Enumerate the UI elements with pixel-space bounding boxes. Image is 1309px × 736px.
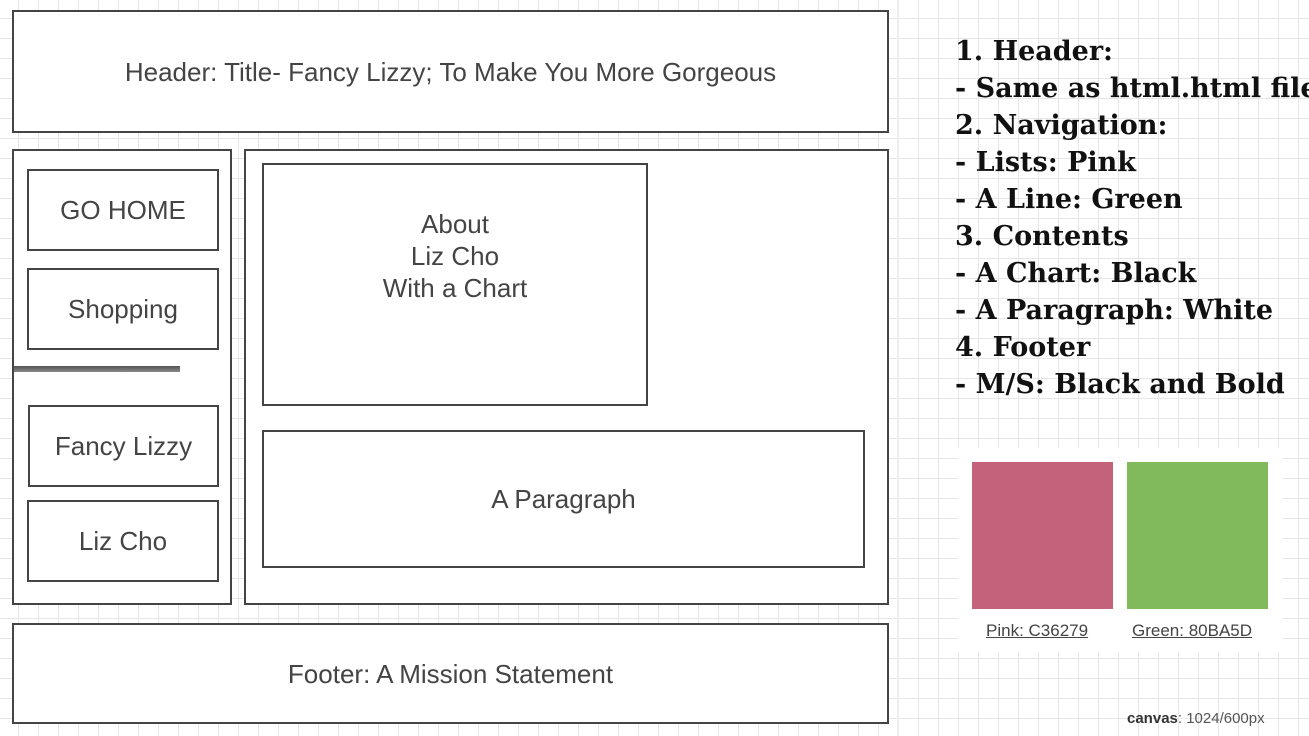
note-line: 2. Navigation:	[955, 110, 1168, 141]
header-box: Header: Title- Fancy Lizzy; To Make You …	[12, 10, 889, 133]
green-swatch	[1127, 462, 1268, 609]
header-label: Header: Title- Fancy Lizzy; To Make You …	[124, 56, 777, 87]
canvas-note-key: canvas	[1127, 710, 1178, 727]
nav-item-go-home[interactable]: GO HOME	[27, 169, 219, 251]
pink-swatch-link[interactable]: Pink: C36279	[986, 621, 1088, 641]
about-chart-text: About Liz Cho With a Chart	[383, 208, 528, 304]
nav-item-shopping[interactable]: Shopping	[27, 268, 219, 350]
canvas-note-value: : 1024/600px	[1177, 710, 1265, 727]
about-chart-line: About	[421, 208, 489, 239]
nav-item-label: Shopping	[68, 294, 178, 324]
note-line: - Lists: Pink	[955, 147, 1136, 178]
note-line: - A Paragraph: White	[955, 295, 1274, 326]
footer-label: Footer: A Mission Statement	[287, 658, 614, 689]
nav-item-label: Fancy Lizzy	[54, 431, 193, 461]
paragraph-box: A Paragraph	[262, 430, 865, 568]
nav-item-fancy-lizzy[interactable]: Fancy Lizzy	[28, 405, 219, 487]
pink-swatch	[972, 462, 1113, 609]
note-line: - Same as html.html file	[955, 73, 1309, 104]
nav-item-label: GO HOME	[60, 195, 186, 225]
note-line: 4. Footer	[955, 332, 1091, 363]
about-chart-box: About Liz Cho With a Chart	[262, 163, 648, 406]
footer-box: Footer: A Mission Statement	[12, 623, 889, 724]
design-notes: 1. Header: - Same as html.html file 2. N…	[955, 33, 1309, 403]
note-line: - A Line: Green	[955, 184, 1183, 215]
nav-item-label: Liz Cho	[78, 526, 168, 556]
note-line: 1. Header:	[955, 36, 1114, 67]
note-line: - M/S: Black and Bold	[955, 369, 1285, 400]
canvas-size-note: canvas: 1024/600px	[1127, 710, 1265, 727]
nav-divider-line	[14, 366, 180, 372]
about-chart-line: Liz Cho	[410, 240, 500, 271]
note-line: 3. Contents	[955, 221, 1129, 252]
note-line: - A Chart: Black	[955, 258, 1197, 289]
green-swatch-link[interactable]: Green: 80BA5D	[1132, 621, 1252, 641]
paragraph-label: A Paragraph	[491, 484, 636, 514]
nav-item-liz-cho[interactable]: Liz Cho	[27, 500, 219, 582]
about-chart-line: With a Chart	[382, 272, 528, 303]
canvas-divider	[897, 0, 899, 736]
